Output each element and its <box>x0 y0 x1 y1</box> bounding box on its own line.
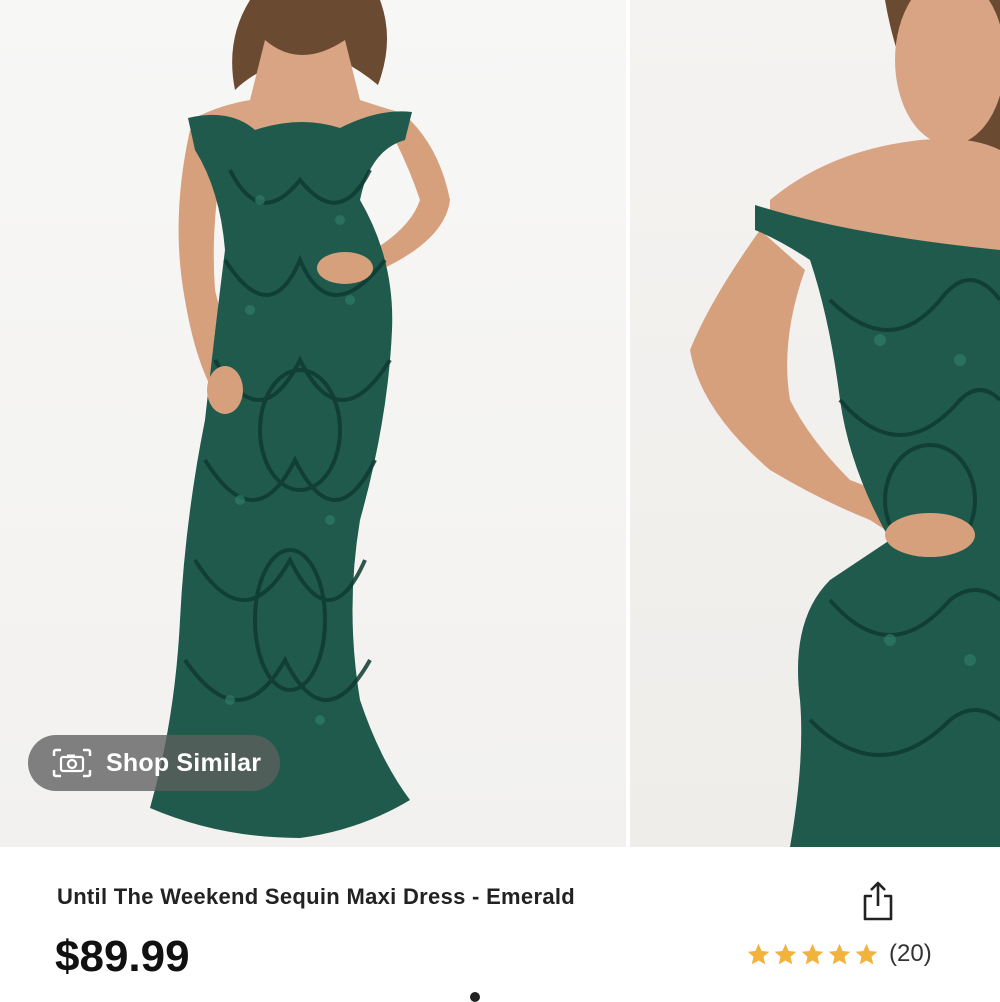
star-icon <box>828 943 851 964</box>
review-count[interactable]: (20) <box>889 940 932 968</box>
shop-similar-button[interactable]: Shop Similar <box>28 735 280 791</box>
shop-similar-label: Shop Similar <box>106 748 262 777</box>
star-icon <box>855 943 878 964</box>
product-rating[interactable]: (20) <box>746 940 932 968</box>
model-figure-full <box>150 0 450 839</box>
product-image-gallery[interactable]: Shop Similar <box>0 0 1000 847</box>
product-title: Until The Weekend Sequin Maxi Dress - Em… <box>57 884 576 909</box>
product-price: $89.99 <box>55 932 190 981</box>
star-icon <box>801 943 824 964</box>
star-icon <box>747 943 770 964</box>
page-indicator-dot <box>470 992 480 1002</box>
star-rating <box>746 942 879 967</box>
product-photo-closeup[interactable] <box>630 0 1000 847</box>
model-figure-closeup <box>690 0 1000 847</box>
share-icon[interactable] <box>860 880 896 922</box>
product-photo-full[interactable] <box>0 0 626 847</box>
star-icon <box>774 943 797 964</box>
camera-icon <box>52 748 92 778</box>
